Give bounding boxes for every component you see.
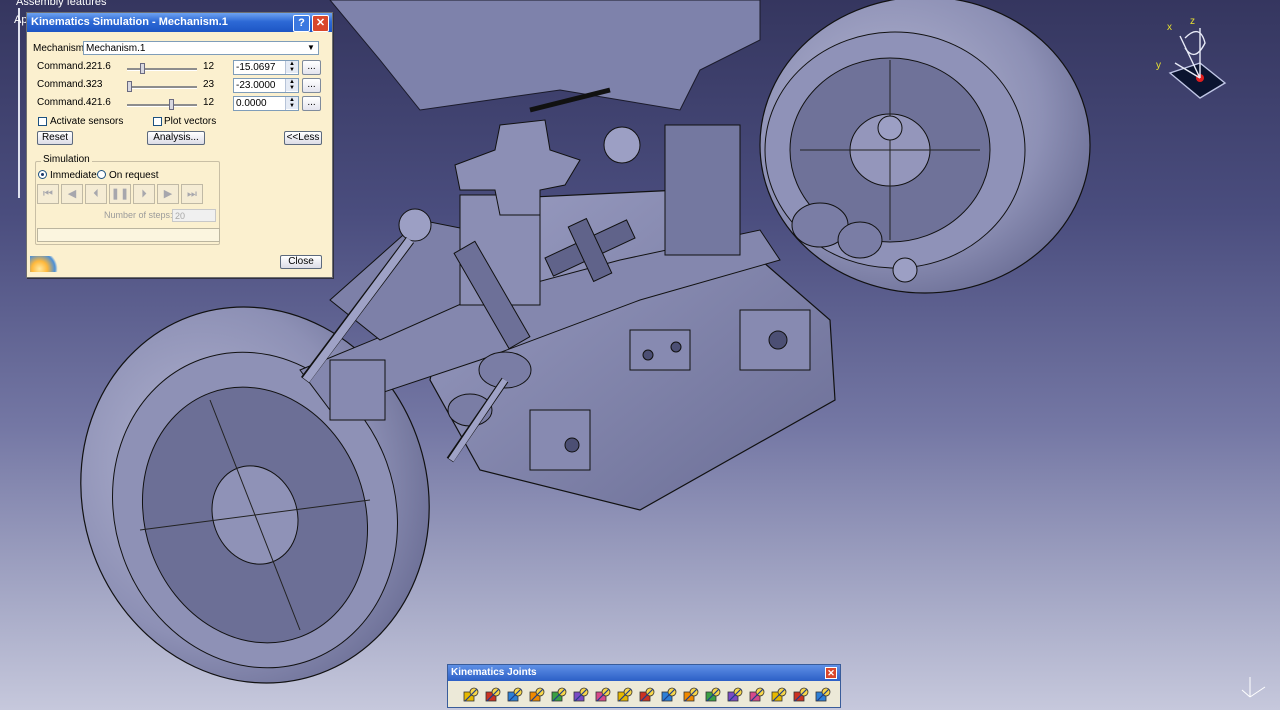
kinematics-simulation-dialog: Kinematics Simulation - Mechanism.1 ? ✕ … — [26, 12, 333, 278]
plot-vectors-label: Plot vectors — [164, 116, 217, 127]
steps-value: 20 — [175, 211, 186, 221]
kinematics-joints-toolbar: Kinematics Joints ✕ — [447, 664, 841, 708]
axis-triad-icon — [1241, 677, 1266, 698]
planar-joint-icon[interactable] — [572, 686, 590, 704]
universal-joint-icon[interactable] — [704, 686, 722, 704]
toolbar-close-icon[interactable]: ✕ — [825, 667, 837, 679]
cv-joint-icon[interactable] — [726, 686, 744, 704]
tree-item-assembly-features[interactable]: Assembly features — [16, 0, 106, 8]
on-request-radio[interactable] — [97, 170, 106, 179]
command-more-button[interactable]: ... — [302, 60, 321, 75]
activate-sensors-checkbox[interactable] — [38, 117, 47, 126]
spec-tree-line — [18, 8, 20, 198]
point-surface-joint-icon[interactable] — [682, 686, 700, 704]
right-wheel — [759, 0, 1091, 294]
compass-z-label: z — [1190, 16, 1195, 27]
top-plate — [329, 0, 761, 111]
immediate-label: Immediate — [50, 170, 97, 181]
command-slider[interactable] — [127, 68, 197, 71]
command-more-button[interactable]: ... — [302, 96, 321, 111]
rack-joint-icon[interactable] — [770, 686, 788, 704]
motor-mount — [664, 124, 741, 256]
steps-select[interactable]: 20 — [172, 209, 216, 222]
slide-curve-joint-icon[interactable] — [638, 686, 656, 704]
mechanism-label: Mechanism: — [33, 43, 87, 54]
immediate-radio[interactable] — [38, 170, 47, 179]
axis-joint-icon[interactable] — [814, 686, 832, 704]
skip-to-start-icon[interactable]: ⏮ — [37, 184, 59, 204]
command-name: Command.2 — [37, 61, 92, 72]
command-value: -23.0000 — [236, 80, 276, 91]
help-button[interactable]: ? — [293, 15, 310, 32]
dialog-title-text: Kinematics Simulation - Mechanism.1 — [31, 16, 228, 28]
screw-joint-icon[interactable] — [528, 686, 546, 704]
prismatic-joint-icon[interactable] — [484, 686, 502, 704]
rigid-joint-icon[interactable] — [594, 686, 612, 704]
mechanism-select[interactable]: Mechanism.1 ▼ — [83, 41, 319, 55]
less-button[interactable]: <<Less — [284, 131, 322, 145]
command-name: Command.4 — [37, 97, 92, 108]
command-max: 12 — [203, 97, 215, 108]
cable-joint-icon[interactable] — [792, 686, 810, 704]
command-min: -23 — [88, 79, 103, 90]
catia-logo-icon — [30, 256, 62, 272]
pause-icon[interactable]: ❚❚ — [109, 184, 131, 204]
chevron-down-icon: ▼ — [307, 43, 315, 52]
step-forward-icon[interactable]: ▶ — [157, 184, 179, 204]
command-max: 12 — [203, 61, 215, 72]
simulation-timeline-slider[interactable] — [37, 228, 220, 242]
reset-button[interactable]: Reset — [37, 131, 73, 145]
activate-sensors-label: Activate sensors — [50, 116, 124, 127]
command-slider[interactable] — [127, 104, 197, 107]
command-value: 0.0000 — [236, 98, 267, 109]
play-forward-icon[interactable]: ⏵ — [133, 184, 155, 204]
command-value-input[interactable]: 0.0000 ▲ ▼ — [233, 96, 299, 111]
command-slider-thumb[interactable] — [140, 63, 145, 74]
command-more-button[interactable]: ... — [302, 78, 321, 93]
point-curve-joint-icon[interactable] — [616, 686, 634, 704]
steps-label: Number of steps: — [104, 210, 173, 220]
step-back-icon[interactable]: ◀ — [61, 184, 83, 204]
command-name: Command.3 — [37, 79, 92, 90]
toolbar-title-text: Kinematics Joints — [451, 667, 537, 678]
command-value-input[interactable]: -23.0000 ▲ ▼ — [233, 78, 299, 93]
revolute-joint-icon[interactable] — [462, 686, 480, 704]
command-value: -15.0697 — [236, 62, 276, 73]
dialog-close-icon[interactable]: ✕ — [312, 15, 329, 32]
roll-curve-joint-icon[interactable] — [660, 686, 678, 704]
command-min: -21.6 — [88, 97, 111, 108]
spinner[interactable]: ▲ ▼ — [285, 97, 298, 110]
command-slider-thumb[interactable] — [169, 99, 174, 110]
cylindrical-joint-icon[interactable] — [506, 686, 524, 704]
spinner[interactable]: ▲ ▼ — [285, 79, 298, 92]
skip-to-end-icon[interactable]: ⏭ — [181, 184, 203, 204]
plot-vectors-checkbox[interactable] — [153, 117, 162, 126]
analysis-button[interactable]: Analysis... — [147, 131, 205, 145]
command-max: 23 — [203, 79, 215, 90]
dialog-title[interactable]: Kinematics Simulation - Mechanism.1 ? ✕ — [27, 13, 332, 32]
play-backward-icon[interactable]: ⏴ — [85, 184, 107, 204]
command-slider-thumb[interactable] — [127, 81, 132, 92]
mechanism-value: Mechanism.1 — [86, 43, 146, 54]
command-slider[interactable] — [127, 86, 197, 89]
compass-y-label: y — [1156, 60, 1161, 71]
spinner[interactable]: ▲ ▼ — [285, 61, 298, 74]
simulation-group-label: Simulation — [41, 154, 92, 165]
command-value-input[interactable]: -15.0697 ▲ ▼ — [233, 60, 299, 75]
gear-joint-icon[interactable] — [748, 686, 766, 704]
close-button[interactable]: Close — [280, 255, 322, 269]
command-min: -21.6 — [88, 61, 111, 72]
on-request-label: On request — [109, 170, 159, 181]
toolbar-title[interactable]: Kinematics Joints ✕ — [448, 665, 840, 681]
compass-x-label: x — [1167, 22, 1172, 33]
sphere-joint-icon[interactable] — [550, 686, 568, 704]
